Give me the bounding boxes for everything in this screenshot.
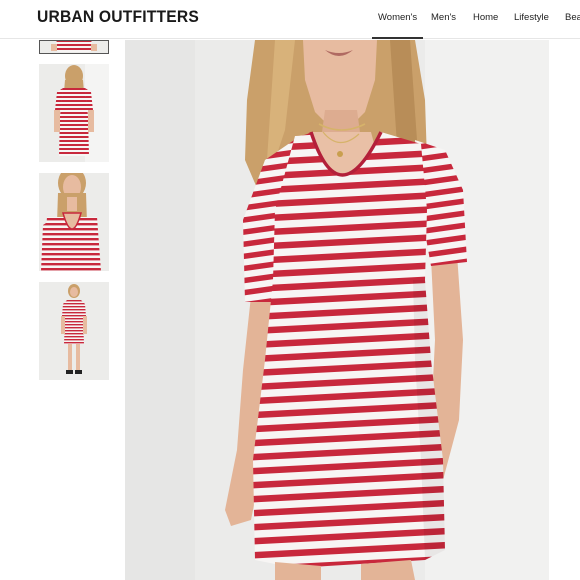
nav-item-womens[interactable]: Women's — [371, 12, 424, 39]
thumbnail-3[interactable] — [39, 173, 109, 271]
product-photo-striped-dress-icon — [125, 40, 549, 580]
site-header: URBAN OUTFITTERS Women's Men's Home Life… — [0, 0, 580, 39]
nav-item-mens[interactable]: Men's — [431, 12, 456, 39]
product-photo-neckline-icon — [39, 173, 109, 271]
thumbnail-1[interactable] — [39, 40, 109, 54]
nav-item-beauty[interactable]: Bea — [565, 12, 580, 39]
main-product-image[interactable] — [125, 40, 549, 580]
thumbnail-gallery — [0, 40, 125, 580]
product-photo-front-crop-icon — [39, 40, 109, 54]
site-logo[interactable]: URBAN OUTFITTERS — [37, 7, 199, 27]
product-photo-full-length-icon — [39, 282, 109, 380]
thumbnail-4[interactable] — [39, 282, 109, 380]
thumbnail-2[interactable] — [39, 64, 109, 162]
nav-item-home[interactable]: Home — [473, 12, 498, 39]
nav-item-lifestyle[interactable]: Lifestyle — [514, 12, 549, 39]
product-photo-back-icon — [39, 64, 109, 162]
